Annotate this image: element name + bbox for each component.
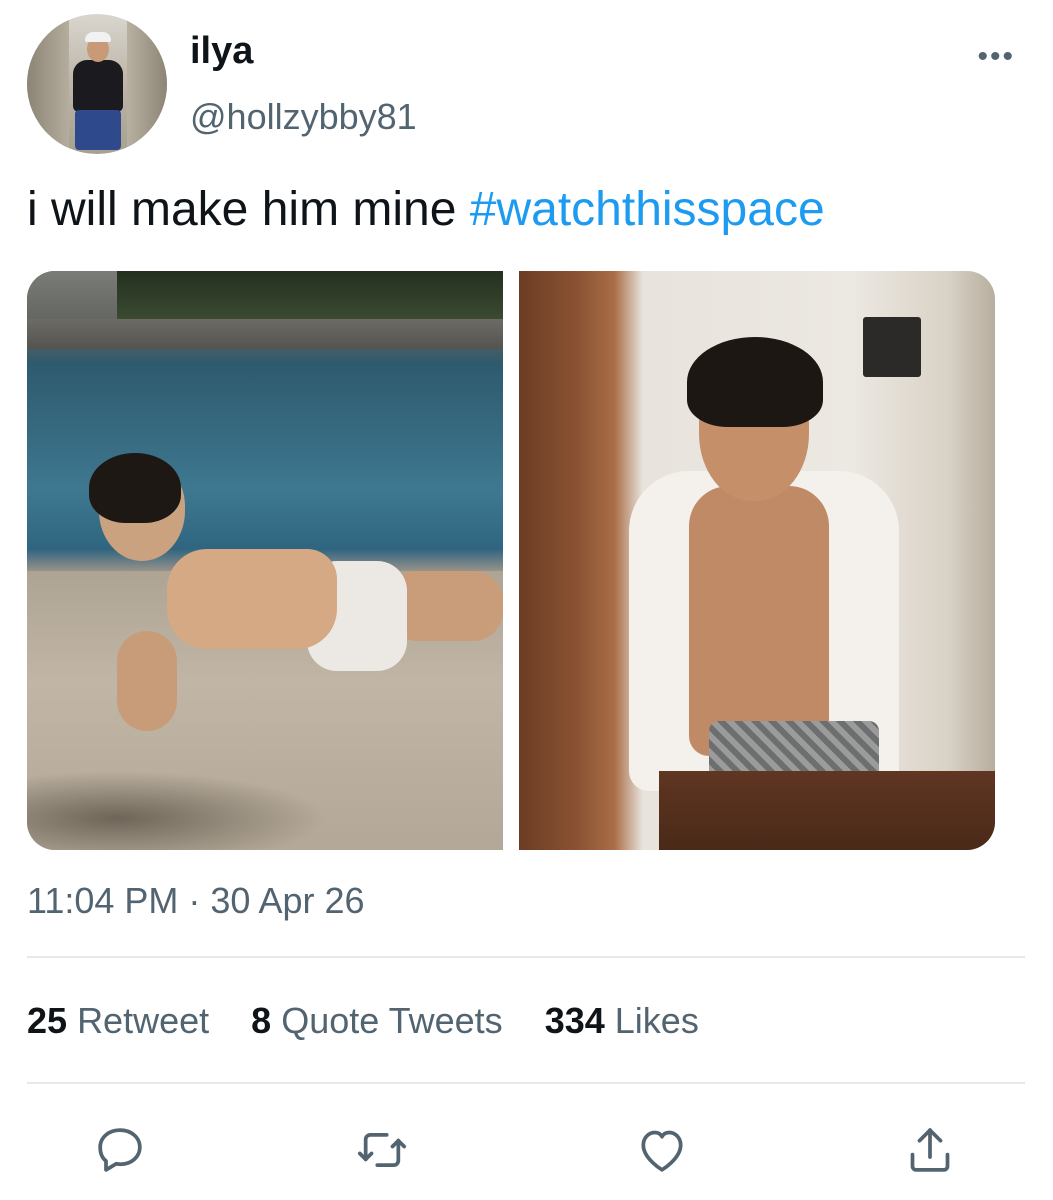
quote-count-label: Quote Tweets bbox=[281, 1000, 503, 1041]
more-icon[interactable]: ••• bbox=[977, 42, 1015, 72]
author-handle[interactable]: @hollzybby81 bbox=[190, 96, 417, 138]
like-icon[interactable] bbox=[630, 1118, 694, 1182]
retweet-count-number: 25 bbox=[27, 1000, 68, 1041]
like-count-label: Likes bbox=[614, 1000, 699, 1041]
action-bar bbox=[0, 1118, 1053, 1182]
divider bbox=[27, 1082, 1025, 1084]
tweet-stats: 25 Retweet 8 Quote Tweets 334 Likes bbox=[27, 1000, 731, 1042]
quote-count-number: 8 bbox=[251, 1000, 272, 1041]
hashtag-link[interactable]: #watchthisspace bbox=[470, 183, 825, 236]
tweet-body: i will make him mine bbox=[27, 183, 470, 236]
retweet-icon[interactable] bbox=[350, 1118, 414, 1182]
retweet-count-label: Retweet bbox=[77, 1000, 210, 1041]
like-count[interactable]: 334 Likes bbox=[545, 1000, 699, 1042]
share-icon[interactable] bbox=[898, 1118, 962, 1182]
tweet-timestamp[interactable]: 11:04 PM · 30 Apr 26 bbox=[27, 880, 365, 922]
quote-count[interactable]: 8 Quote Tweets bbox=[251, 1000, 503, 1042]
like-count-number: 334 bbox=[544, 1000, 605, 1041]
author-name[interactable]: ilya bbox=[190, 30, 253, 73]
retweet-count[interactable]: 25 Retweet bbox=[27, 1000, 209, 1042]
media-photo-1[interactable] bbox=[27, 271, 503, 850]
tweet: ilya @hollzybby81 ••• i will make him mi… bbox=[0, 0, 1053, 1200]
media-grid bbox=[27, 271, 995, 850]
media-photo-2[interactable] bbox=[519, 271, 995, 850]
avatar[interactable] bbox=[27, 14, 167, 154]
divider bbox=[27, 956, 1025, 958]
reply-icon[interactable] bbox=[88, 1118, 152, 1182]
tweet-text: i will make him mine #watchthisspace bbox=[27, 180, 825, 240]
